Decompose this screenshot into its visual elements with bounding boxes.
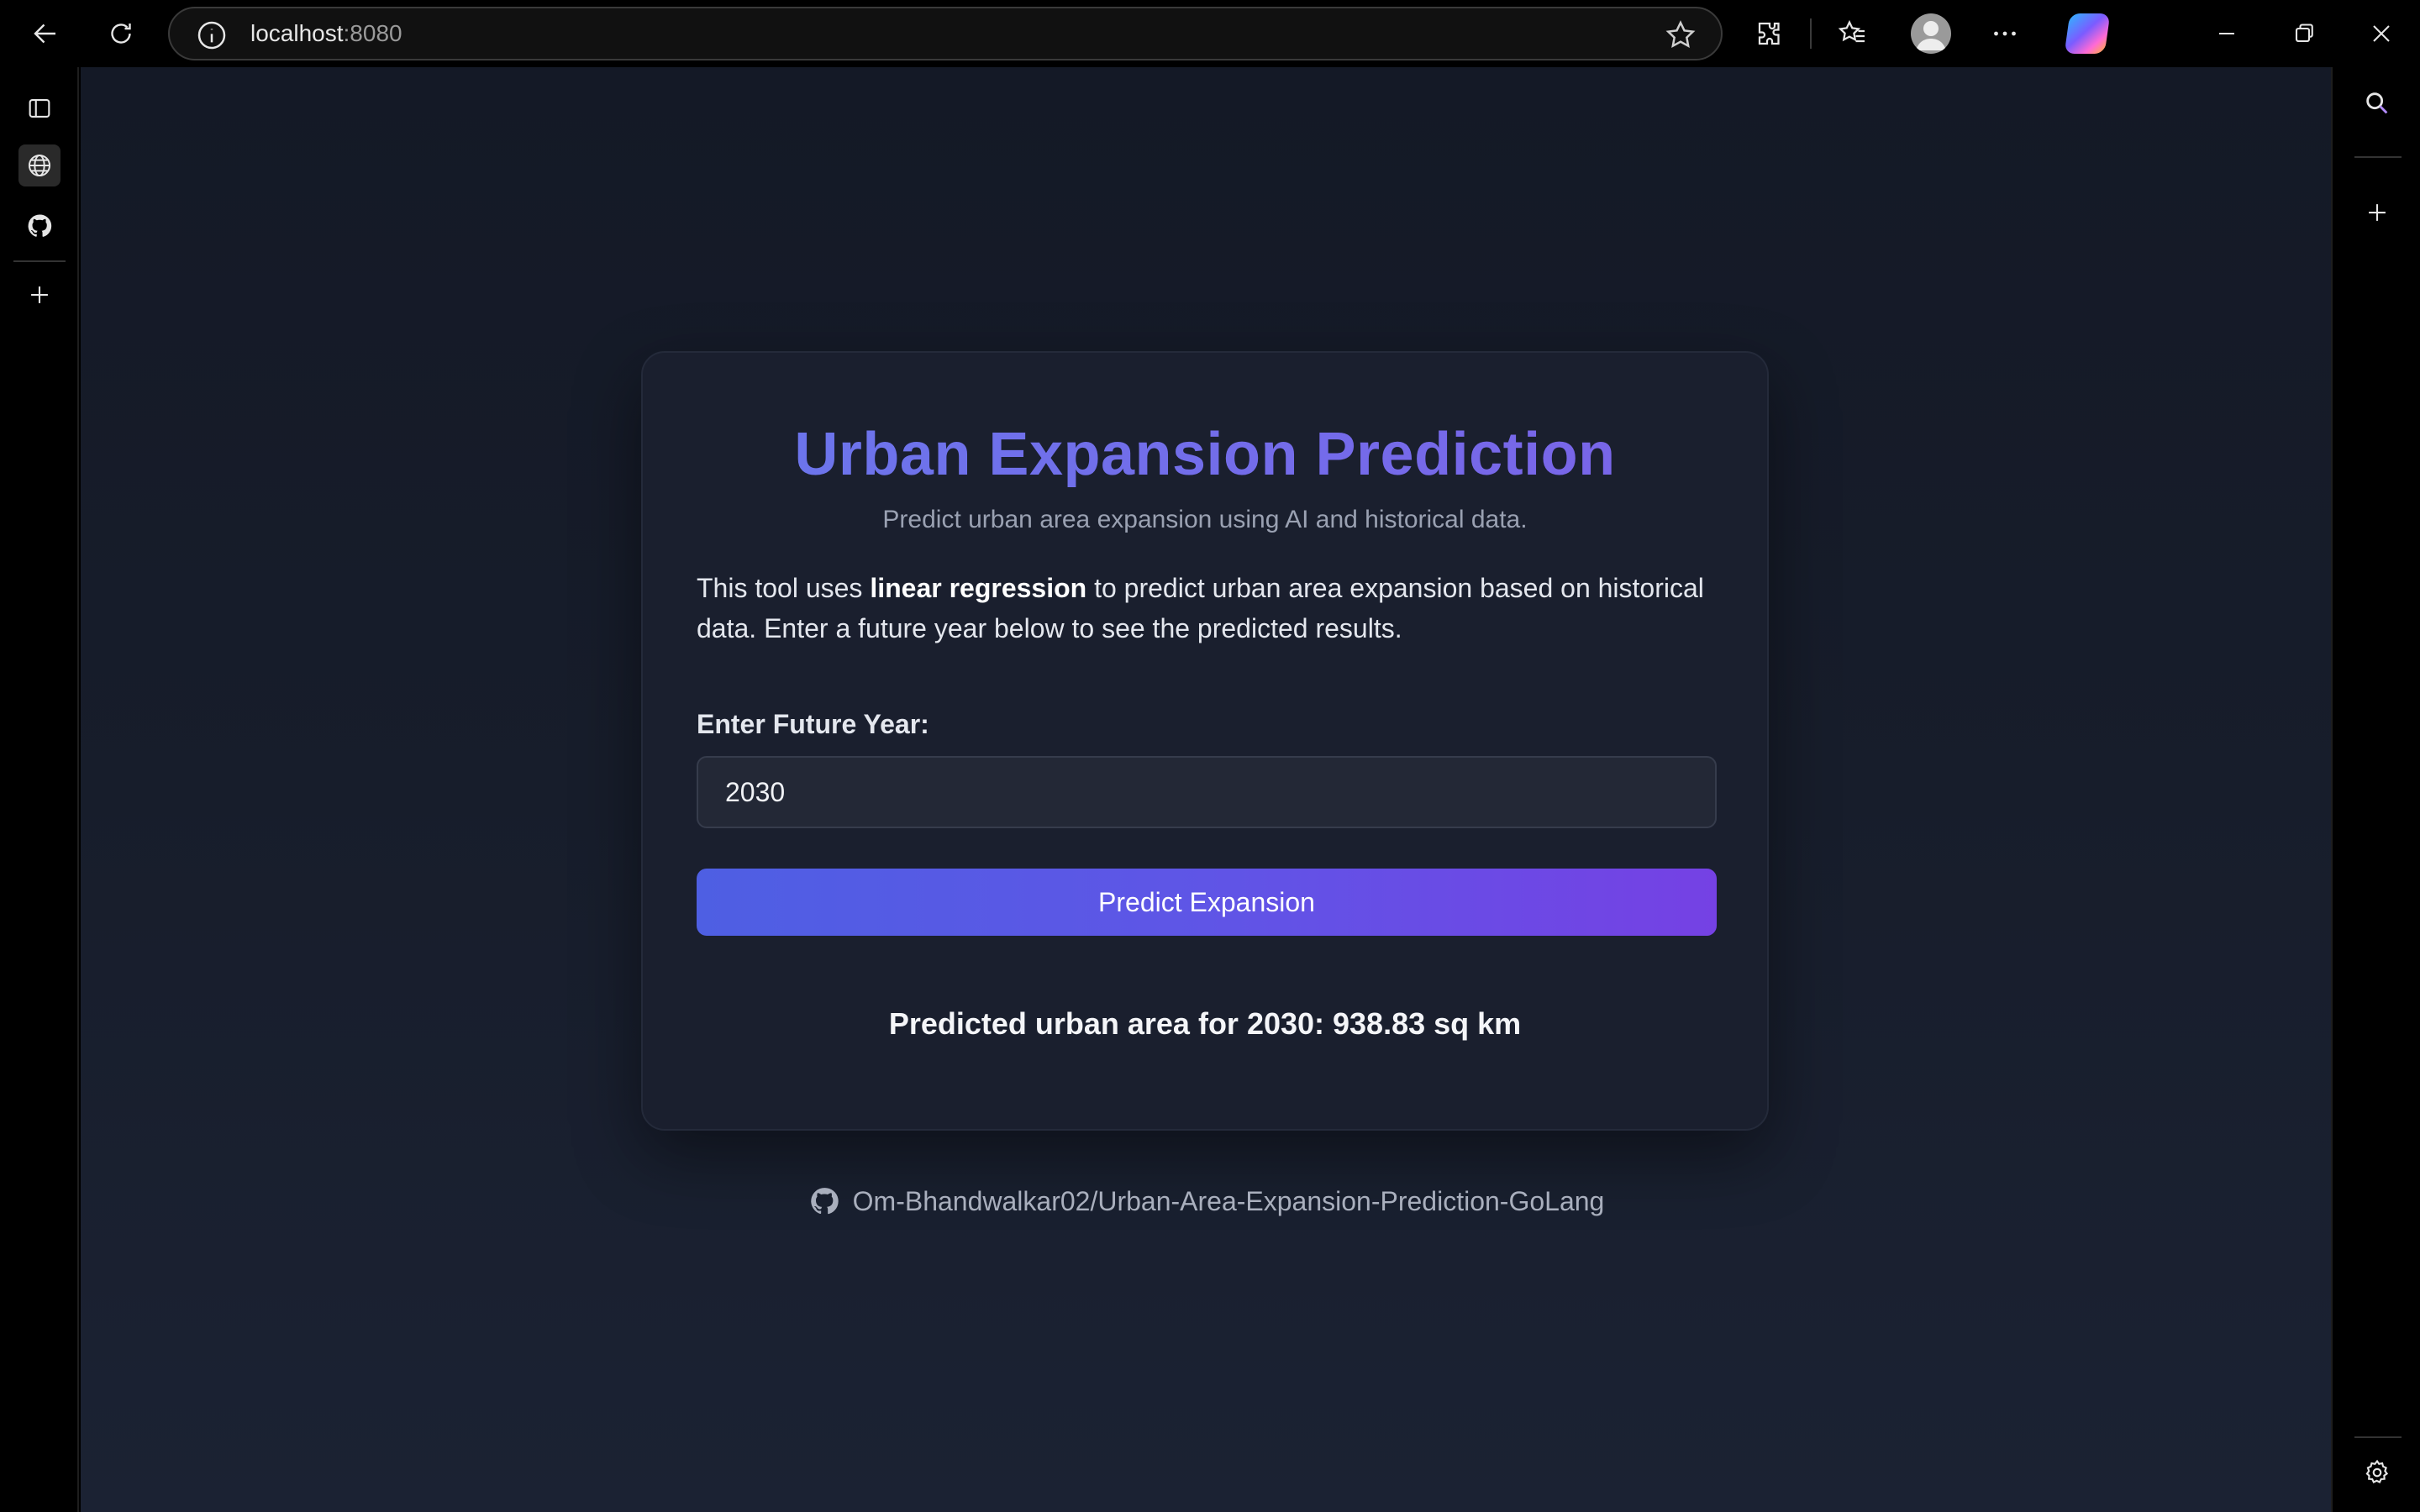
page-viewport: Urban Expansion Prediction Predict urban… — [81, 67, 2331, 1512]
url-text[interactable]: localhost:8080 — [250, 20, 402, 47]
sidebar-divider — [13, 260, 66, 262]
favorites-icon[interactable] — [1832, 13, 1872, 54]
prediction-result: Predicted urban area for 2030: 938.83 sq… — [888, 1006, 1522, 1041]
extensions-icon[interactable] — [1749, 13, 1790, 54]
minimize-icon[interactable] — [2207, 13, 2247, 54]
settings-gear-icon[interactable] — [2358, 1453, 2396, 1492]
browser-window: localhost:8080 Urban Expansion Predictio… — [0, 0, 2420, 1512]
site-info-icon[interactable] — [195, 18, 229, 52]
github-icon — [810, 1188, 839, 1215]
github-repo-link[interactable]: Om-Bhandwalkar02/Urban-Area-Expansion-Pr… — [853, 1186, 1605, 1217]
globe-icon[interactable] — [18, 144, 60, 186]
new-tab-plus-icon[interactable] — [18, 274, 60, 316]
close-icon[interactable] — [2361, 13, 2402, 54]
page-title: Urban Expansion Prediction — [643, 420, 1767, 489]
future-year-input[interactable] — [697, 756, 1717, 828]
favorite-star-icon[interactable] — [1664, 18, 1697, 52]
profile-avatar[interactable] — [1911, 13, 1951, 54]
edge-sidebar — [2331, 67, 2420, 1512]
prediction-card: Urban Expansion Prediction Predict urban… — [641, 351, 1769, 1131]
add-plus-icon[interactable] — [2358, 193, 2396, 232]
tab-actions-icon[interactable] — [18, 87, 60, 129]
page-subtitle: Predict urban area expansion using AI an… — [882, 506, 1528, 533]
sidebar-divider — [2354, 1436, 2402, 1438]
predict-expansion-button[interactable]: Predict Expansion — [697, 869, 1717, 936]
highlight-text: linear regression — [870, 573, 1087, 603]
github-icon[interactable] — [18, 205, 60, 247]
browser-toolbar: localhost:8080 — [0, 0, 2420, 67]
more-options-icon[interactable] — [1985, 13, 2025, 54]
year-input-label: Enter Future Year: — [697, 709, 929, 739]
refresh-icon[interactable] — [101, 13, 141, 54]
back-icon[interactable] — [25, 13, 66, 54]
copilot-icon[interactable] — [2064, 13, 2111, 54]
sidebar-divider — [2354, 156, 2402, 158]
vertical-tabs-sidebar — [0, 67, 79, 1512]
toolbar-divider — [1810, 18, 1812, 49]
footer: Om-Bhandwalkar02/Urban-Area-Expansion-Pr… — [81, 1184, 2331, 1218]
search-icon[interactable] — [2358, 84, 2396, 123]
tool-description: This tool uses linear regression to pred… — [697, 573, 1704, 643]
address-bar[interactable]: localhost:8080 — [168, 7, 1723, 60]
restore-icon[interactable] — [2284, 13, 2324, 54]
